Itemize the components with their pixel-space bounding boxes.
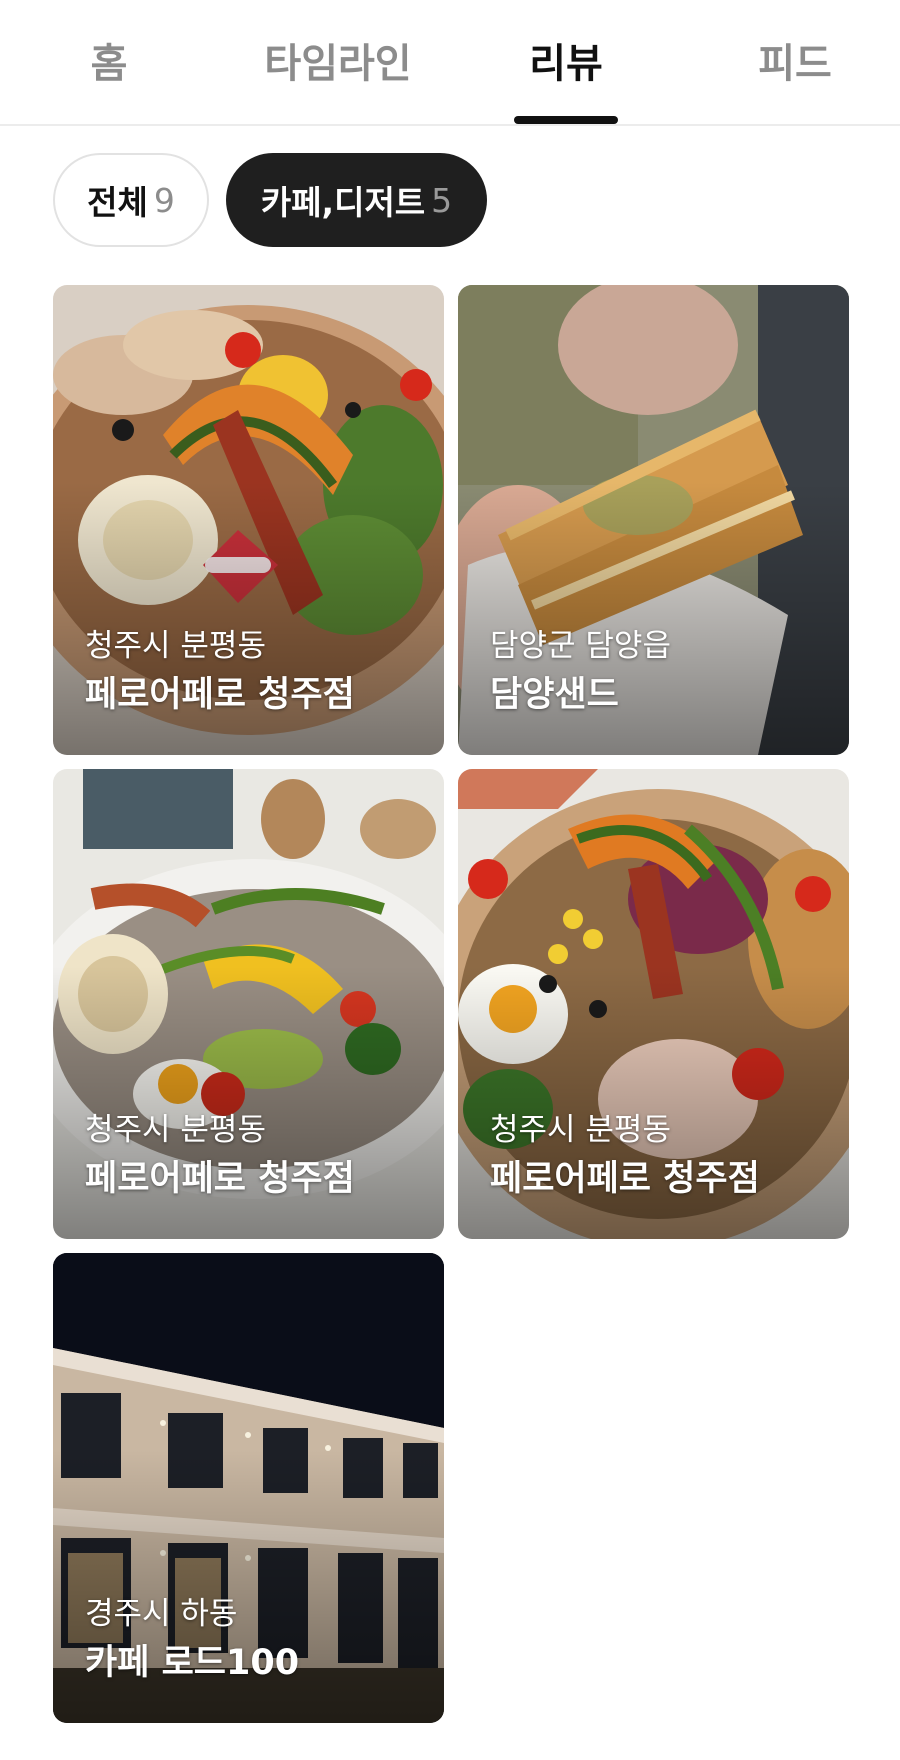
review-place-name: 페로어페로 청주점 (85, 1159, 355, 1199)
active-tab-indicator (514, 116, 618, 124)
filter-chip-all[interactable]: 전체 9 (53, 153, 209, 247)
review-place-name: 담양샌드 (490, 675, 619, 715)
review-location: 청주시 분평동 (85, 628, 266, 664)
review-place-name: 페로어페로 청주점 (490, 1159, 760, 1199)
tab-feed[interactable]: 피드 (744, 34, 846, 94)
review-card[interactable]: 청주시 분평동 페로어페로 청주점 (53, 285, 444, 755)
filter-chip-row: 전체 9 카페,디저트 5 (0, 150, 900, 250)
filter-chip-cafe-label: 카페,디저트 (260, 183, 426, 222)
review-place-name: 카페 로드100 (85, 1643, 300, 1683)
review-card[interactable]: 경주시 하동 카페 로드100 (53, 1253, 444, 1723)
review-location: 담양군 담양읍 (490, 628, 671, 664)
review-place-name: 페로어페로 청주점 (85, 675, 355, 715)
review-location: 청주시 분평동 (85, 1112, 266, 1148)
review-location: 청주시 분평동 (490, 1112, 671, 1148)
tab-review[interactable]: 리뷰 (514, 34, 618, 94)
review-location: 경주시 하동 (85, 1596, 238, 1632)
tab-timeline[interactable]: 타임라인 (246, 34, 430, 94)
filter-chip-all-count: 9 (153, 180, 175, 220)
filter-chip-cafe-dessert[interactable]: 카페,디저트 5 (226, 153, 487, 247)
filter-chip-all-label: 전체 (87, 183, 148, 222)
tab-home[interactable]: 홈 (68, 34, 150, 94)
top-tab-bar: 홈 타임라인 리뷰 피드 (0, 0, 900, 126)
review-card[interactable]: 청주시 분평동 페로어페로 청주점 (458, 769, 849, 1239)
review-card[interactable]: 청주시 분평동 페로어페로 청주점 (53, 769, 444, 1239)
filter-chip-cafe-count: 5 (431, 180, 453, 220)
review-card[interactable]: 담양군 담양읍 담양샌드 (458, 285, 849, 755)
